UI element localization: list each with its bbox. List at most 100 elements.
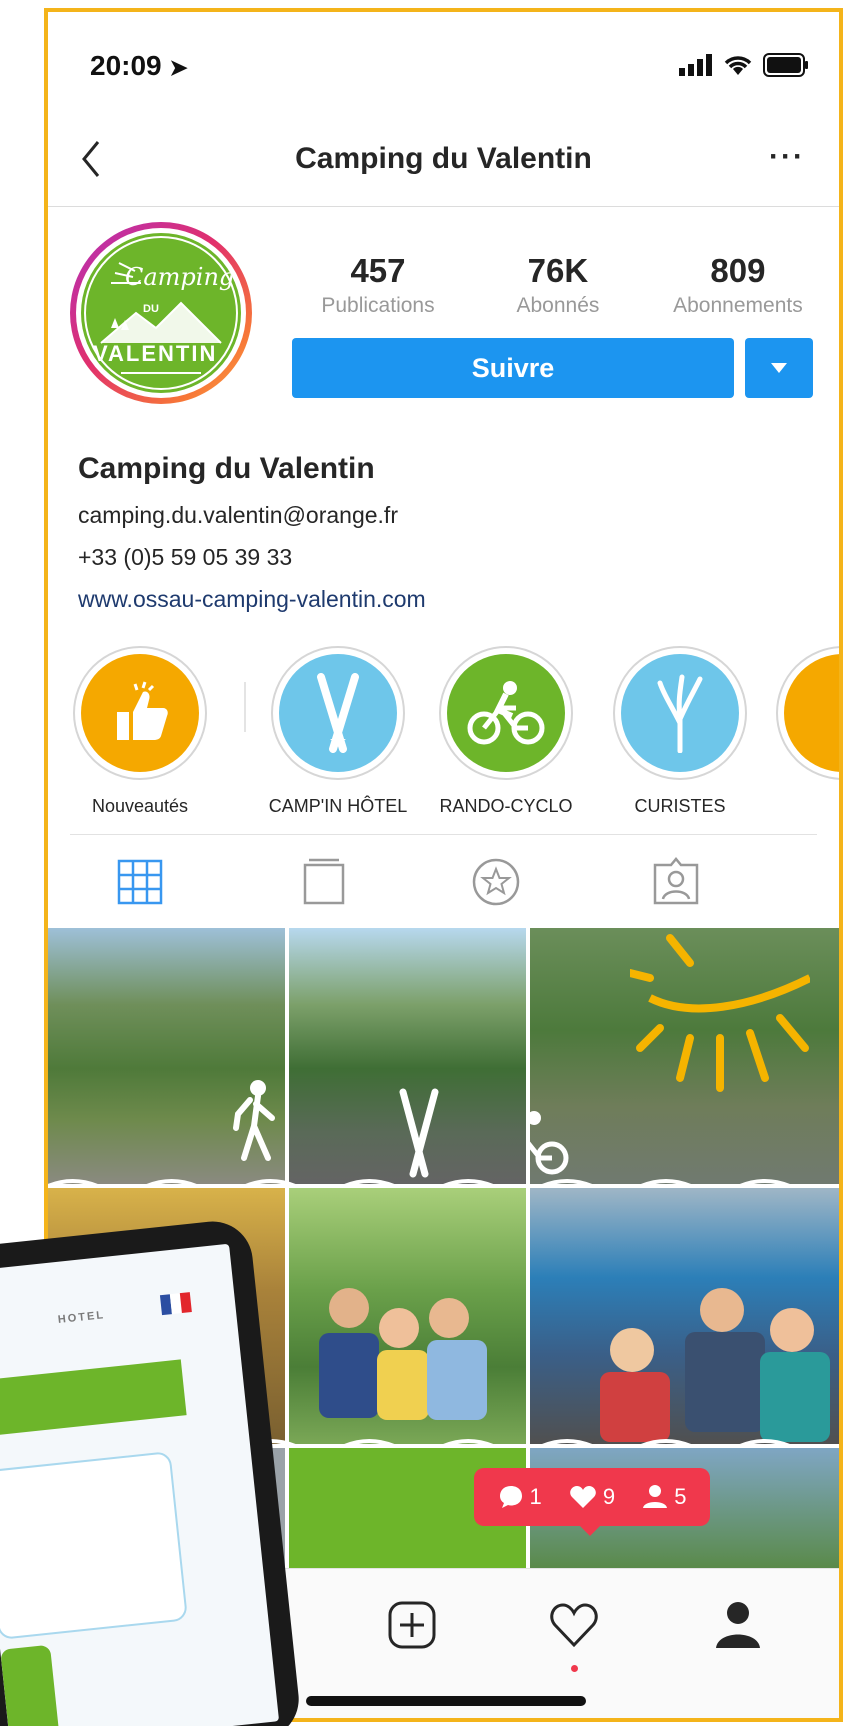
tablet-screen: HOTEL <box>0 1243 280 1726</box>
stat-value: 457 <box>350 252 406 289</box>
thumbs-up-icon <box>117 681 168 740</box>
family-figures <box>319 1278 499 1420</box>
nav-add-post[interactable] <box>382 1595 442 1655</box>
grid-photo[interactable] <box>530 928 839 1184</box>
highlight-rando-cyclo[interactable]: RANDO-CYCLO <box>436 646 576 817</box>
camping-logo: Camping DU VALENTIN <box>81 233 241 393</box>
highlight-label: Nouveautés <box>91 796 189 816</box>
tab-tagged[interactable] <box>648 854 704 910</box>
face <box>429 1298 469 1338</box>
hiker-icon <box>233 1080 275 1161</box>
status-bar: 20:09 ➤ <box>48 12 839 107</box>
notif-followers-count: 5 <box>674 1484 687 1509</box>
comment-icon <box>499 1486 522 1508</box>
nav-profile[interactable] <box>708 1595 768 1655</box>
status-time: 20:09 ➤ <box>90 50 188 82</box>
body <box>377 1350 429 1420</box>
home-indicator <box>306 1696 586 1706</box>
bio-website-link[interactable]: www.ossau-camping-valentin.com <box>78 586 426 613</box>
face <box>329 1288 369 1328</box>
face <box>610 1328 654 1372</box>
feed-icon <box>303 858 345 905</box>
tablet-green-element <box>0 1644 61 1726</box>
body <box>685 1332 765 1432</box>
profile-stats: 457 Publications 76K Abonnés 809 Abonnem… <box>288 252 828 318</box>
highlight-label: CURISTES <box>634 796 726 816</box>
body <box>600 1372 670 1442</box>
highlight-label: RANDO-CYCLO <box>439 796 573 816</box>
person-icon <box>643 1485 668 1508</box>
highlight-separator <box>244 682 246 732</box>
highlight-ring <box>73 646 207 780</box>
highlight-campin-hotel[interactable]: CAMP'IN HÔTEL <box>268 646 408 817</box>
body <box>319 1333 379 1418</box>
highlight-circle <box>621 654 739 772</box>
nav-activity[interactable] <box>544 1595 604 1655</box>
signal-icon <box>679 54 712 76</box>
suggestions-dropdown-button[interactable] <box>745 338 813 398</box>
stat-value: 76K <box>527 252 589 289</box>
logo-text-du: DU <box>143 303 159 315</box>
more-options-button[interactable]: ··· <box>769 140 805 174</box>
highlight-ring <box>271 646 405 780</box>
stat-following[interactable]: 809 Abonnements <box>648 252 828 318</box>
highlight-label: CAMP'IN HÔTEL <box>268 796 408 816</box>
stat-value: 809 <box>710 252 766 289</box>
face <box>700 1288 744 1332</box>
heart-outline-icon <box>550 1603 598 1648</box>
stat-label: Publications <box>321 294 435 317</box>
tab-igtv[interactable] <box>296 854 352 910</box>
grid-photo[interactable] <box>48 928 285 1184</box>
highlight-circle <box>279 654 397 772</box>
kids-in-tent <box>590 1268 830 1442</box>
bio-name: Camping du Valentin <box>78 452 375 485</box>
activity-notification[interactable]: 1 9 5 <box>474 1468 710 1526</box>
bio-phone[interactable]: +33 (0)5 59 05 39 33 <box>78 544 292 571</box>
status-icons <box>679 50 809 80</box>
stat-publications[interactable]: 457 Publications <box>288 252 468 318</box>
battery-icon <box>763 53 808 77</box>
highlight-circle <box>784 654 839 772</box>
tablet-green-banner <box>0 1359 187 1438</box>
bio-email[interactable]: camping.du.valentin@orange.fr <box>78 502 398 529</box>
highlight-partial[interactable] <box>776 646 839 780</box>
sun-drawing <box>630 934 810 1092</box>
tablet-card <box>0 1451 189 1640</box>
highlight-curistes[interactable]: CURISTES <box>610 646 750 817</box>
flag-red <box>179 1292 192 1314</box>
highlight-ring <box>613 646 747 780</box>
tabs-divider <box>70 834 817 835</box>
stat-followers[interactable]: 76K Abonnés <box>468 252 648 318</box>
wifi-icon <box>724 56 752 75</box>
add-post-icon <box>388 1601 436 1649</box>
caret-down-icon <box>771 363 787 373</box>
highlight-ring <box>439 646 573 780</box>
tent-poles-icon <box>399 1088 439 1178</box>
logo-text-bottom: VALENTIN <box>93 341 218 366</box>
french-flag-icon <box>159 1292 192 1316</box>
notif-comments: 1 <box>498 1484 542 1510</box>
heart-icon <box>570 1486 596 1508</box>
avatar-story-ring[interactable]: Camping DU VALENTIN <box>70 222 252 404</box>
cyclist-icon <box>530 1111 569 1175</box>
logo-text-top: Camping <box>125 263 235 291</box>
tent-poles-icon <box>317 673 359 753</box>
face <box>770 1308 814 1352</box>
stat-label: Abonnements <box>673 294 803 317</box>
cyclist-icon <box>467 681 545 745</box>
activity-dot <box>571 1665 578 1672</box>
tab-grid[interactable] <box>112 854 168 910</box>
grid-photo[interactable] <box>289 928 526 1184</box>
fountain-icon <box>657 674 703 753</box>
stage: 20:09 ➤ Camping du Valentin ··· Camping … <box>0 0 846 1726</box>
tagged-person-icon <box>653 857 699 905</box>
notif-likes-count: 9 <box>602 1484 616 1509</box>
notif-followers: 5 <box>642 1484 686 1510</box>
grid-photo[interactable] <box>289 1188 526 1444</box>
body <box>427 1340 487 1420</box>
tab-favorites[interactable] <box>468 854 524 910</box>
highlight-nouveautes[interactable]: Nouveautés <box>70 646 210 817</box>
notification-pointer <box>578 1524 602 1536</box>
follow-button[interactable]: Suivre <box>292 338 734 398</box>
grid-photo[interactable] <box>530 1188 839 1444</box>
